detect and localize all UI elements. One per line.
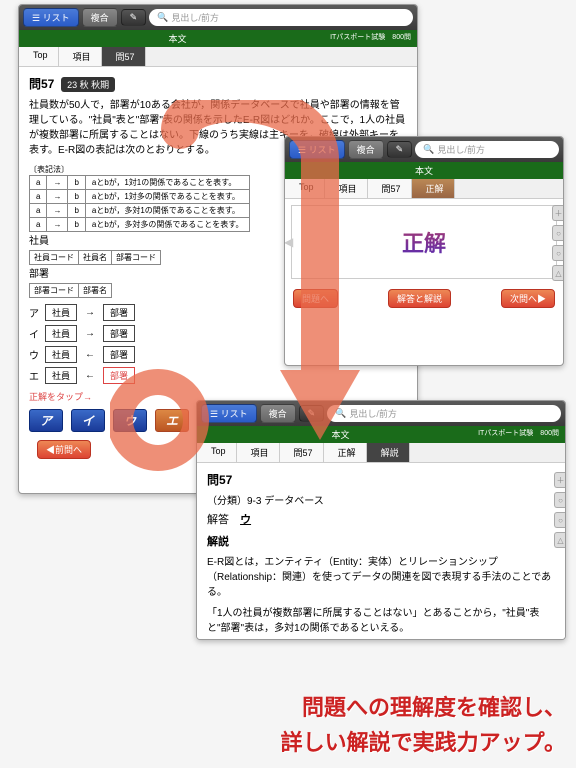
arrow-left-icon — [83, 370, 97, 381]
to-explanation-button[interactable]: 解答と解説 — [388, 289, 451, 308]
side-tab-3[interactable]: △ — [552, 265, 564, 281]
correct-window: ☰ リスト 複合 ✎ 🔍 見出し/前方 本文 Top 項目 問57 正解 正解 … — [284, 136, 564, 366]
crumb-item[interactable]: 項目 — [59, 47, 102, 66]
list-button[interactable]: ☰ リスト — [289, 140, 345, 159]
title-right: ITパスポート試験 800問 — [330, 32, 411, 45]
side-tab-2[interactable]: ○ — [554, 512, 566, 528]
crumb-qnum[interactable]: 問57 — [368, 179, 412, 198]
crumb-qnum[interactable]: 問57 — [102, 47, 146, 66]
title-bar: 本文 ITパスポート試験 800問 — [19, 30, 417, 47]
toolbar: ☰ リスト 複合 ✎ 🔍 見出し/前方 — [197, 401, 565, 426]
toolbar: ☰ リスト 複合 ✎ 🔍 見出し/前方 — [19, 5, 417, 30]
marketing-line2: 詳しい解説で実践力アップ。 — [281, 725, 566, 760]
marketing-line1: 問題への理解度を確認し、 — [281, 690, 566, 725]
crumb-item[interactable]: 項目 — [325, 179, 368, 198]
answer-a[interactable]: ア — [29, 409, 63, 432]
tap-label: 正解をタップ→ — [29, 392, 92, 402]
answer-e[interactable]: エ — [155, 409, 189, 432]
compound-button[interactable]: 複合 — [348, 140, 384, 159]
crumb-item[interactable]: 項目 — [237, 443, 280, 462]
crumb-top[interactable]: Top — [285, 179, 325, 198]
search-icon: 🔍 — [157, 12, 168, 23]
answer-i[interactable]: イ — [71, 409, 105, 432]
legend-table: a→baとbが，1対1の関係であることを表す。 a→baとbが，1対多の関係であ… — [29, 175, 250, 232]
search-icon: 🔍 — [335, 408, 346, 419]
side-tabs: ＋ ○ ○ △ — [552, 205, 564, 281]
crumb-correct[interactable]: 正解 — [412, 179, 455, 198]
side-tab-1[interactable]: ○ — [552, 225, 564, 241]
arrow-left-icon — [83, 349, 97, 360]
explain-p2: 「1人の社員が複数部署に所属することはない」とあることから，"社員"表と"部署"… — [207, 606, 555, 636]
pencil-button[interactable]: ✎ — [121, 9, 147, 26]
choice-e: エ 社員 部署 — [29, 367, 407, 384]
compound-button[interactable]: 複合 — [82, 8, 118, 27]
search-icon: 🔍 — [423, 144, 434, 155]
search-input[interactable]: 🔍 見出し/前方 — [149, 9, 413, 26]
exam-tag: 23 秋 秋期 — [61, 77, 115, 92]
toolbar: ☰ リスト 複合 ✎ 🔍 見出し/前方 — [285, 137, 563, 162]
to-question-button[interactable]: 問題へ — [293, 289, 338, 308]
title-bar: 本文 ITパスポート試験 800問 — [197, 426, 565, 443]
prev-question-button[interactable]: ◀前問へ — [37, 440, 91, 459]
list-button[interactable]: ☰ リスト — [201, 404, 257, 423]
title-bar: 本文 — [285, 162, 563, 179]
category: （分類）9-3 データベース — [207, 492, 555, 507]
title-center: 本文 — [169, 32, 187, 45]
crumb-qnum[interactable]: 問57 — [280, 443, 324, 462]
crumb-top[interactable]: Top — [19, 47, 59, 66]
search-placeholder: 見出し/前方 — [171, 11, 219, 24]
list-button[interactable]: ☰ リスト — [23, 8, 79, 27]
nav-row: 問題へ 解答と解説 次問へ▶ — [285, 285, 563, 312]
breadcrumb: Top 項目 問57 正解 — [285, 179, 563, 199]
correct-label: 正解 — [292, 206, 556, 278]
crumb-explain[interactable]: 解説 — [367, 443, 410, 462]
side-tab-plus[interactable]: ＋ — [554, 472, 566, 488]
question-number: 問57 — [29, 75, 54, 92]
side-tabs: ＋ ○ ○ △ — [554, 472, 566, 548]
compound-button[interactable]: 複合 — [260, 404, 296, 423]
breadcrumb: Top 項目 問57 — [19, 47, 417, 67]
side-tab-1[interactable]: ○ — [554, 492, 566, 508]
search-input[interactable]: 🔍 見出し/前方 — [415, 141, 559, 158]
side-tab-plus[interactable]: ＋ — [552, 205, 564, 221]
explain-p1: E-R図とは，エンティティ（Entity：実体）とリレーションシップ（Relat… — [207, 555, 555, 600]
pencil-button[interactable]: ✎ — [387, 141, 413, 158]
arrow-right-icon — [83, 307, 97, 318]
answer-value: ウ — [240, 514, 251, 526]
search-input[interactable]: 🔍 見出し/前方 — [327, 405, 561, 422]
pencil-button[interactable]: ✎ — [299, 405, 325, 422]
arrow-right-icon — [83, 328, 97, 339]
question-number: 問57 — [207, 471, 232, 488]
answer-line: 解答 ウ — [207, 511, 555, 527]
answer-u[interactable]: ウ — [113, 409, 147, 432]
correct-panel: 正解 — [291, 205, 557, 279]
crumb-top[interactable]: Top — [197, 443, 237, 462]
explain-heading: 解説 — [207, 533, 555, 549]
next-question-button[interactable]: 次問へ▶ — [501, 289, 555, 308]
side-tab-2[interactable]: ○ — [552, 245, 564, 261]
explanation-window: ☰ リスト 複合 ✎ 🔍 見出し/前方 本文 ITパスポート試験 800問 To… — [196, 400, 566, 640]
marketing-copy: 問題への理解度を確認し、 詳しい解説で実践力アップ。 — [281, 690, 566, 760]
crumb-correct[interactable]: 正解 — [324, 443, 367, 462]
explanation-content: 問57 （分類）9-3 データベース 解答 ウ 解説 E-R図とは，エンティティ… — [197, 463, 565, 640]
side-tab-3[interactable]: △ — [554, 532, 566, 548]
breadcrumb: Top 項目 問57 正解 解説 — [197, 443, 565, 463]
